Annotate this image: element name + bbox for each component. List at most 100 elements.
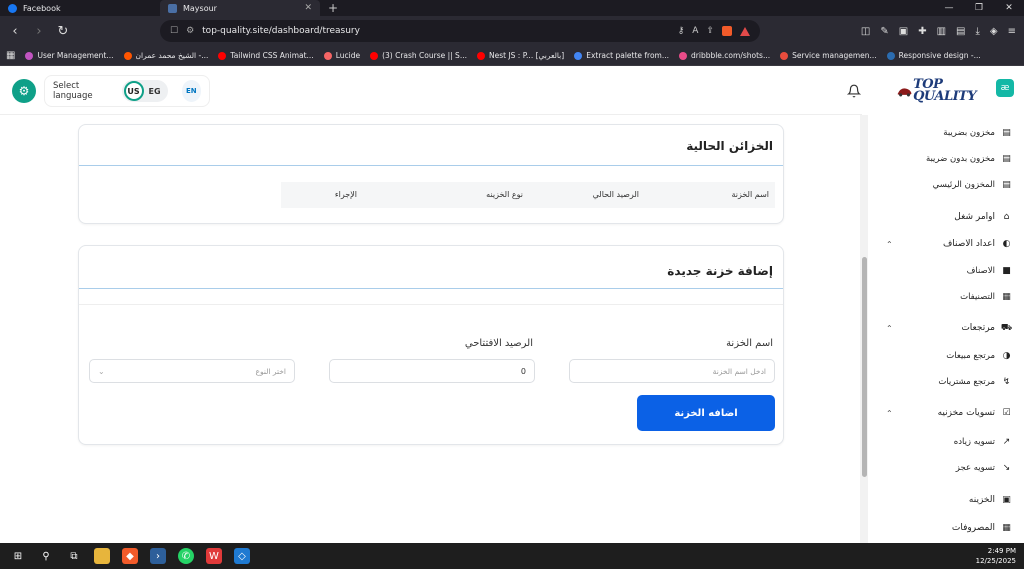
system-clock[interactable]: 2:49 PM 12/25/2025 xyxy=(976,546,1016,566)
bookmark-favicon xyxy=(679,51,688,60)
main-scrollbar-thumb[interactable] xyxy=(862,257,867,477)
tab-maysour[interactable]: Maysour ✕ xyxy=(160,0,320,16)
apps-grid-icon[interactable]: ▦ xyxy=(6,50,15,61)
settings-gear-icon[interactable]: ⚙ xyxy=(12,79,36,103)
sidebar-item-work-orders[interactable]: اوامر شغل ⌂ xyxy=(868,207,1024,227)
bookmark-item[interactable]: User Management... xyxy=(25,51,114,60)
forward-icon[interactable]: › xyxy=(32,24,46,39)
close-window-icon[interactable]: ✕ xyxy=(994,0,1024,16)
menu-icon[interactable]: ≡ xyxy=(1008,26,1016,37)
select-placeholder: اختر النوع xyxy=(255,366,287,376)
sidebar-item-returns[interactable]: ⌃ مرتجعات ⛟ xyxy=(868,318,1024,338)
file-explorer-icon[interactable] xyxy=(94,548,110,564)
current-treasuries-card: الخزائن الحالية اسم الخزنة الرصيد الحالي… xyxy=(78,124,784,224)
restore-icon[interactable]: ❐ xyxy=(964,0,994,16)
moon-icon: ◐ xyxy=(1002,239,1011,249)
bookmark-favicon xyxy=(370,51,379,60)
translate-icon[interactable]: A xyxy=(692,26,698,36)
opening-balance-input[interactable]: 0 xyxy=(329,359,535,383)
notification-bell-icon[interactable] xyxy=(844,81,864,101)
bookmark-item[interactable]: dribbble.com/shots... xyxy=(679,51,770,60)
language-toggle[interactable]: US EG xyxy=(121,80,168,102)
key-icon[interactable]: ⚷ xyxy=(678,26,685,36)
puzzle-icon[interactable]: ✚ xyxy=(918,26,926,37)
windows-start-icon[interactable]: ⊞ xyxy=(10,548,26,564)
new-tab-icon[interactable]: + xyxy=(328,1,338,15)
bookmark-item[interactable]: Nest JS : P... [بالعربي] xyxy=(476,51,564,60)
treasury-table-header: اسم الخزنة الرصيد الحالي نوع الخزينه الإ… xyxy=(281,182,775,208)
factory-icon: ⌂ xyxy=(1003,212,1010,222)
whatsapp-icon[interactable]: ✆ xyxy=(178,548,194,564)
bookmark-item[interactable]: Responsive design -... xyxy=(886,51,981,60)
bookmark-item[interactable]: (3) Crash Course || S... xyxy=(370,51,467,60)
vscode-icon[interactable]: ◇ xyxy=(234,548,250,564)
brave-rewards-icon[interactable] xyxy=(740,26,750,36)
bookmark-favicon xyxy=(574,51,583,60)
bookmark-item[interactable]: Tailwind CSS Animat... xyxy=(218,51,314,60)
windows-taskbar: ⊞ ⚲ ⧉ ◆ › ✆ W ◇ 2:49 PM 12/25/2025 xyxy=(0,543,1024,569)
vpn-icon[interactable]: ◈ xyxy=(990,26,998,37)
back-icon[interactable]: ‹ xyxy=(8,24,22,39)
bookmark-item[interactable]: Extract palette from... xyxy=(574,51,669,60)
treasury-name-input[interactable]: ادخل اسم الخزنة xyxy=(569,359,775,383)
bookmark-item[interactable]: Service managemen... xyxy=(780,51,877,60)
sidebar-item-sales-return[interactable]: مرتجع مبيعات ◑ xyxy=(868,346,1024,366)
current-lang-badge[interactable]: EN xyxy=(181,80,201,102)
sidebar-item-items-setup[interactable]: ⌃ اعداد الاصناف ◐ xyxy=(868,234,1024,254)
treasury-type-select[interactable]: اختر النوع ⌄ xyxy=(89,359,295,383)
tab-facebook[interactable]: Facebook xyxy=(0,0,160,16)
return-purchase-icon: ↯ xyxy=(1002,377,1011,387)
sidebar-item-categories[interactable]: التصنيفات ▦ xyxy=(868,287,1024,307)
lang-us-option[interactable]: US xyxy=(123,81,144,101)
sidebar-item-inventory-settlements[interactable]: ⌃ تسويات مخزنيه ☑ xyxy=(868,403,1024,423)
sidebar-item-increase-settlement[interactable]: تسويه زياده ↗ xyxy=(868,432,1024,452)
task-view-icon[interactable]: ⧉ xyxy=(66,548,82,564)
sidebar-item-deficit-settlement[interactable]: تسويه عجز ↘ xyxy=(868,458,1024,478)
divider xyxy=(79,165,783,166)
facebook-icon xyxy=(8,3,17,13)
bookmark-item[interactable]: الشيخ محمد عمران -... xyxy=(123,51,208,60)
sidebar-item-treasury[interactable]: الخزينه ▣ xyxy=(868,490,1024,510)
download-icon[interactable]: ⤓ xyxy=(975,26,979,37)
input-placeholder: ادخل اسم الخزنة xyxy=(712,366,766,376)
maysour-icon xyxy=(168,3,177,13)
bookmark-icon[interactable]: ☐ xyxy=(170,26,178,36)
top-quality-logo[interactable]: TOP QUALITY xyxy=(896,77,988,105)
minimize-icon[interactable]: — xyxy=(934,0,964,16)
pen-icon[interactable]: ✎ xyxy=(880,26,888,37)
wallet-icon[interactable]: ▤ xyxy=(956,26,965,37)
collapse-sidebar-icon[interactable]: æ xyxy=(996,79,1014,97)
search-icon[interactable]: ⚲ xyxy=(38,548,54,564)
sidebar-item-tax-inventory[interactable]: مخزون بضريبة ▤ xyxy=(868,123,1024,143)
grid-icon: ▦ xyxy=(1002,292,1011,302)
bookmark-favicon xyxy=(476,51,485,60)
sidebar-item-main-inventory[interactable]: المخزون الرئيسي ▤ xyxy=(868,175,1024,195)
sidebar-item-non-tax-inventory[interactable]: مخزون بدون ضريبة ▤ xyxy=(868,149,1024,169)
brave-browser-icon[interactable]: ◆ xyxy=(122,548,138,564)
bookmark-item[interactable]: Lucide xyxy=(323,51,360,60)
archive-icon: ▤ xyxy=(1002,128,1011,138)
sidebar-item-items[interactable]: الاصناف ■ xyxy=(868,261,1024,281)
opening-balance-label: الرصيد الافتتاحي xyxy=(464,338,533,349)
column-header: اسم الخزنة xyxy=(731,190,769,199)
lang-eg-option[interactable]: EG xyxy=(144,87,166,96)
sidebar: TOP QUALITY æ مخزون بضريبة ▤ مخزون بدون … xyxy=(868,67,1024,543)
site-info-icon[interactable]: ⚙ xyxy=(186,26,194,36)
close-tab-icon[interactable]: ✕ xyxy=(304,3,312,13)
url-field[interactable]: ☐ ⚙ top-quality.site/dashboard/treasury … xyxy=(160,20,760,42)
extension-icon[interactable]: ◫ xyxy=(861,26,870,37)
chevron-down-icon: ⌄ xyxy=(98,366,105,376)
add-treasury-button[interactable]: اضافه الخزنة xyxy=(637,395,775,431)
chevron-up-icon: ⌃ xyxy=(886,239,893,249)
brave-shield-icon[interactable] xyxy=(722,26,732,36)
share-icon[interactable]: ⇪ xyxy=(706,26,714,36)
bookmark-favicon xyxy=(218,51,227,60)
column-header: الإجراء xyxy=(334,190,357,199)
sidebar-item-expenses[interactable]: المصروفات ▦ xyxy=(868,518,1024,538)
sidebar-toggle-icon[interactable]: ▥ xyxy=(937,26,946,37)
screenshot-icon[interactable]: ▣ xyxy=(899,26,908,37)
reload-icon[interactable]: ↻ xyxy=(56,24,70,39)
sidebar-item-purchase-return[interactable]: مرتجع مشتريات ↯ xyxy=(868,372,1024,392)
wps-office-icon[interactable]: W xyxy=(206,548,222,564)
terminal-icon[interactable]: › xyxy=(150,548,166,564)
